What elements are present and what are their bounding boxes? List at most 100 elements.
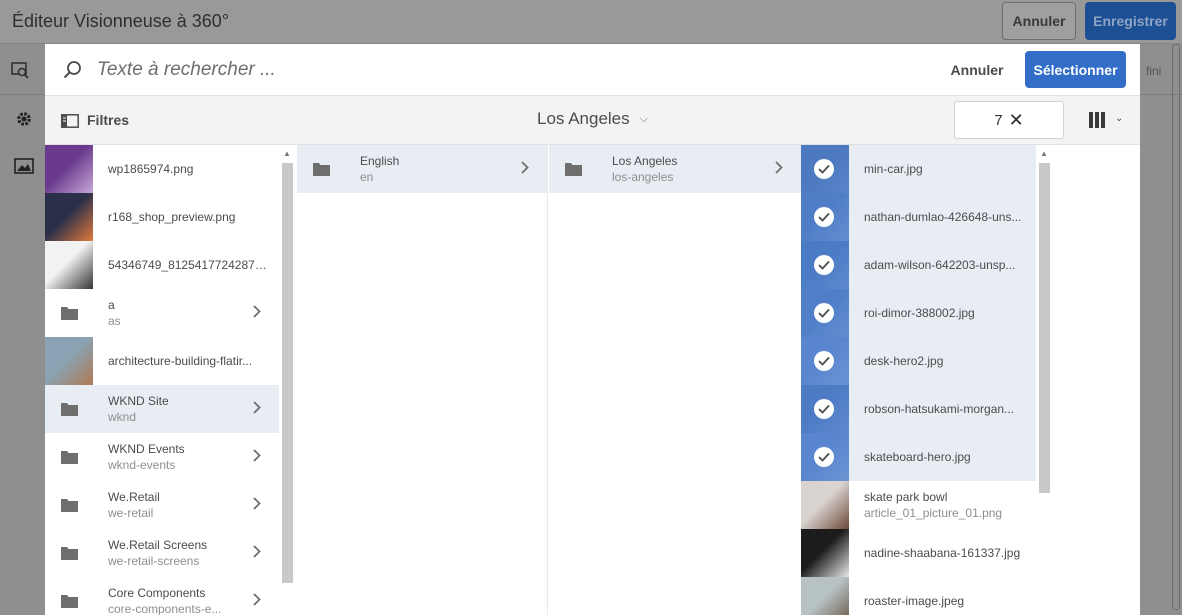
chevron-right-icon[interactable] [775,161,783,177]
list-item[interactable]: English en [297,145,547,193]
item-name: English [360,154,400,168]
folder-icon [61,498,78,512]
list-item[interactable]: min-car.jpg [801,145,1036,193]
chevron-right-icon[interactable] [253,401,261,417]
list-item[interactable]: 54346749_812541772428718_... [45,241,279,289]
item-name: nathan-dumlao-426648-uns... [864,210,1022,224]
list-item[interactable]: We.Retail Screens we-retail-screens [45,529,279,577]
item-name: We.Retail Screens [108,538,208,552]
list-item[interactable]: desk-hero2.jpg [801,337,1036,385]
selection-count-clear[interactable]: 7 ✕ [954,101,1064,139]
chevron-right-icon[interactable] [253,593,261,609]
selection-overlay [801,337,849,385]
background-partial-text: fini [1146,64,1162,78]
column-los-angeles: min-car.jpg nathan-dumlao-426648-uns... ad… [801,145,1036,615]
list-item[interactable]: We.Retail we-retail [45,481,279,529]
list-item[interactable]: robson-hatsukami-morgan... [801,385,1036,433]
column-los-angeles-scrollbar[interactable]: ▲ [1036,145,1052,615]
list-item[interactable]: WKND Events wknd-events [45,433,279,481]
background-save-button: Enregistrer [1085,2,1176,40]
list-item[interactable]: Core Components core-components-e... [45,577,279,615]
breadcrumb-current[interactable]: Los Angeles [537,109,630,129]
column-root: wp1865974.png r168_shop_preview.png 543467… [45,145,279,615]
item-name: wp1865974.png [108,162,194,176]
checkmark-icon[interactable] [814,303,834,323]
item-name: skate park bowl [864,490,948,504]
checkmark-icon[interactable] [814,255,834,275]
cancel-button[interactable]: Annuler [938,52,1016,88]
checkmark-icon[interactable] [814,207,834,227]
selection-overlay [801,385,849,433]
image-icon [14,158,34,179]
filters-toggle-icon[interactable] [61,114,79,128]
scrollbar-thumb[interactable] [282,163,293,583]
item-name: min-car.jpg [864,162,923,176]
column-root-scrollbar[interactable]: ▲ [279,145,295,615]
item-name: skateboard-hero.jpg [864,450,971,464]
asset-picker-dialog: Annuler Sélectionner Filtres Los Angeles… [45,44,1140,615]
close-icon[interactable]: ✕ [1009,110,1024,131]
item-subtitle: wknd-events [108,458,176,472]
folder-icon [61,450,78,464]
item-name: roaster-image.jpeg [864,594,965,608]
list-item[interactable]: Los Angeles los-angeles [549,145,801,193]
item-name: desk-hero2.jpg [864,354,944,368]
filters-label[interactable]: Filtres [87,112,129,128]
search-bar: Annuler Sélectionner [45,44,1140,96]
thumbnail-image [45,145,93,193]
thumbnail-image [45,337,93,385]
checkmark-icon[interactable] [814,447,834,467]
search-input[interactable] [97,54,797,86]
list-item[interactable]: nadine-shaabana-161337.jpg [801,529,1036,577]
selection-overlay [801,241,849,289]
list-item[interactable]: WKND Site wknd [45,385,279,433]
list-item[interactable]: adam-wilson-642203-unsp... [801,241,1036,289]
list-item[interactable]: roi-dimor-388002.jpg [801,289,1036,337]
list-item[interactable]: a as [45,289,279,337]
item-subtitle: we-retail-screens [108,554,200,568]
checkmark-icon[interactable] [814,351,834,371]
scroll-up-icon[interactable]: ▲ [1040,149,1048,158]
chevron-right-icon[interactable] [253,305,261,321]
chevron-right-icon[interactable] [253,545,261,561]
column-wknd: English en [297,145,548,615]
thumbnail-image [801,481,849,529]
search-icon [63,60,83,80]
chevron-right-icon[interactable] [253,497,261,513]
item-name: We.Retail [108,490,160,504]
chevron-right-icon[interactable] [253,449,261,465]
list-item[interactable]: skateboard-hero.jpg [801,433,1036,481]
thumbnail-image [45,193,93,241]
selection-overlay [801,433,849,481]
folder-icon [61,546,78,560]
asset-search-icon [11,61,29,84]
item-subtitle: core-components-e... [108,602,222,615]
scrollbar-thumb[interactable] [1039,163,1050,493]
view-switcher-chevron-icon[interactable]: ⌄ [1115,113,1123,124]
chevron-right-icon[interactable] [521,161,529,177]
scroll-up-icon[interactable]: ▲ [283,149,291,158]
column-english: Los Angeles los-angeles [549,145,801,615]
item-subtitle: los-angeles [612,170,674,184]
breadcrumb[interactable]: Los Angeles ⌵ [537,109,648,129]
background-title: Éditeur Visionneuse à 360° [12,11,230,31]
list-item[interactable]: skate park bowl article_01_picture_01.png [801,481,1036,529]
item-name: Core Components [108,586,206,600]
thumbnail-image [45,241,93,289]
selection-overlay [801,145,849,193]
checkmark-icon[interactable] [814,399,834,419]
select-button[interactable]: Sélectionner [1025,51,1126,88]
thumbnail-image [801,577,849,615]
item-subtitle: as [108,314,121,328]
background-left-rail [0,96,45,615]
checkmark-icon[interactable] [814,159,834,179]
chevron-down-icon[interactable]: ⌵ [640,113,648,126]
background-topbar: Éditeur Visionneuse à 360° Annuler Enreg… [0,0,1182,44]
list-item[interactable]: roaster-image.jpeg [801,577,1036,615]
column-view-icon[interactable] [1088,111,1106,129]
list-item[interactable]: architecture-building-flatir... [45,337,279,385]
thumbnail-image [801,529,849,577]
list-item[interactable]: r168_shop_preview.png [45,193,279,241]
list-item[interactable]: nathan-dumlao-426648-uns... [801,193,1036,241]
list-item[interactable]: wp1865974.png [45,145,279,193]
